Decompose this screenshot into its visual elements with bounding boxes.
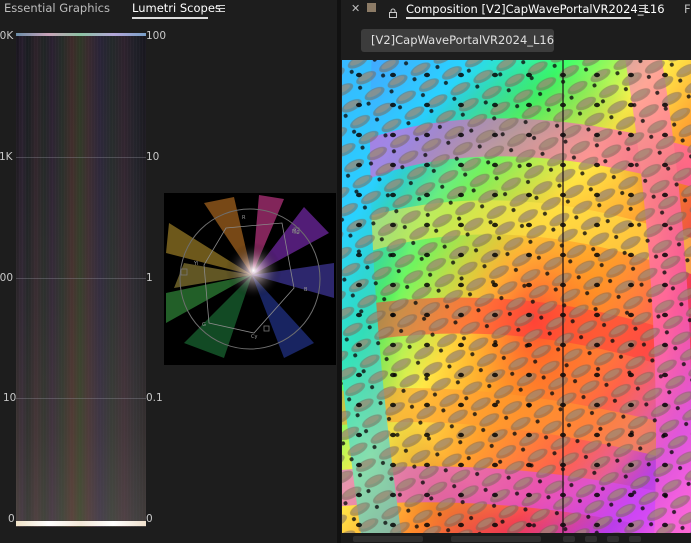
tab-next-partial[interactable]: F: [684, 2, 691, 16]
viewer-controls-bar: [341, 533, 691, 543]
scope-gridline: [16, 398, 146, 399]
scale-right-0-1: 0.1: [146, 392, 163, 404]
close-tab-icon[interactable]: ✕: [351, 2, 360, 15]
svg-text:R: R: [242, 215, 246, 221]
lock-icon[interactable]: [388, 3, 398, 18]
scope-bottom-trace: [16, 521, 146, 526]
composition-viewer[interactable]: [342, 60, 691, 533]
svg-text:G: G: [202, 322, 206, 328]
composition-panel: ✕ Composition [V2]CapWavePortalVR2024_L1…: [341, 0, 691, 543]
magnification-dropdown[interactable]: [353, 536, 423, 542]
scale-left-0: 0: [8, 513, 15, 525]
panel-menu-icon[interactable]: [639, 5, 648, 13]
tab-composition[interactable]: Composition [V2]CapWavePortalVR2024_L16: [406, 2, 665, 16]
composition-navigator-chip[interactable]: [V2]CapWavePortalVR2024_L16: [361, 29, 554, 52]
composition-chip-label: [V2]CapWavePortalVR2024_L16: [371, 33, 555, 47]
resolution-dropdown[interactable]: [451, 536, 541, 542]
scale-left-1k: 1K: [0, 151, 13, 163]
scope-parade: [16, 33, 146, 527]
tab-lumetri-scopes[interactable]: Lumetri Scopes: [132, 1, 221, 15]
scope-gridline: [16, 157, 146, 158]
scale-right-0: 0: [146, 513, 153, 525]
panel-menu-icon[interactable]: [216, 5, 225, 13]
scope-top-trace: [16, 33, 146, 36]
viewer-control-button[interactable]: [585, 536, 597, 542]
svg-text:Mg: Mg: [292, 229, 300, 235]
scale-left-10: 10: [3, 392, 17, 404]
viewer-control-button[interactable]: [563, 536, 575, 542]
active-tab-indicator: [406, 17, 631, 19]
vectorscope-graphic: R Mg Yl B G Cy: [164, 193, 336, 365]
scale-right-100: 100: [146, 30, 167, 42]
scale-left-10k: 10K: [0, 30, 14, 42]
vectorscope: R Mg Yl B G Cy: [164, 193, 336, 365]
lumetri-scopes-panel: Essential Graphics Lumetri Scopes 10K 1K…: [0, 0, 337, 543]
tab-essential-graphics[interactable]: Essential Graphics: [4, 1, 110, 15]
scale-right-1: 1: [146, 272, 153, 284]
scale-left-100: 100: [0, 272, 14, 284]
active-tab-indicator: [132, 17, 208, 19]
svg-text:Yl: Yl: [193, 261, 198, 267]
viewer-control-button[interactable]: [629, 536, 641, 542]
viewer-control-button[interactable]: [607, 536, 619, 542]
viewer-image: [342, 60, 691, 533]
composition-color-swatch[interactable]: [367, 3, 376, 12]
svg-text:Cy: Cy: [251, 334, 257, 340]
scope-gridline: [16, 278, 146, 279]
svg-text:B: B: [304, 287, 308, 293]
scale-right-10: 10: [146, 151, 160, 163]
